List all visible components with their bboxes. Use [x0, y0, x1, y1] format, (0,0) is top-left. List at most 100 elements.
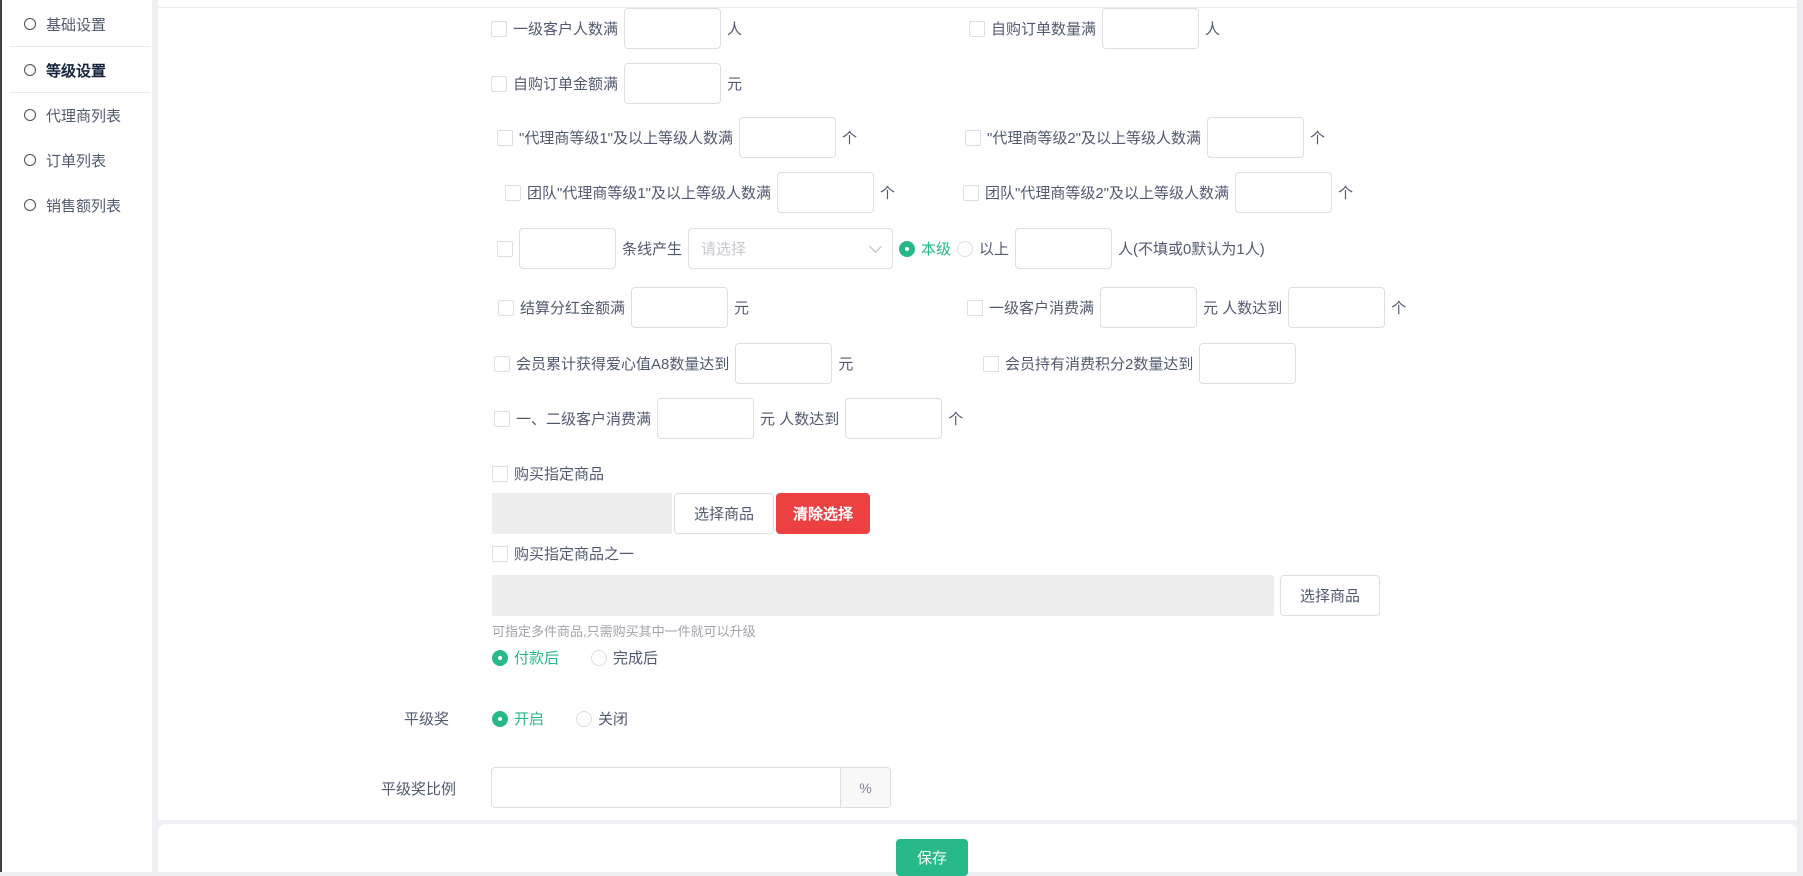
line-type-select[interactable]: 请选择 — [688, 228, 893, 269]
team-agent-level1-count-input[interactable] — [777, 172, 874, 213]
sidebar: 基础设置 等级设置 代理商列表 订单列表 销售额列表 — [0, 0, 152, 872]
unit-label: 人 — [727, 18, 742, 39]
self-order-count-checkbox[interactable] — [969, 21, 985, 37]
radio-circle-icon — [24, 109, 36, 121]
buy-product-checkbox[interactable] — [492, 466, 508, 482]
buy-one-of-display-field — [492, 575, 1274, 616]
condition-self-order-amount: 自购订单金额满 元 — [491, 63, 742, 104]
first-second-level-consume-people-input[interactable] — [845, 398, 942, 439]
love-value-a8-checkbox[interactable] — [494, 356, 510, 372]
peer-award-label-wrap: 平级奖 — [404, 708, 449, 729]
condition-label: 会员累计获得爱心值A8数量达到 — [516, 353, 729, 374]
radio-circle-icon — [24, 64, 36, 76]
condition-buy-product: 购买指定商品 — [492, 463, 604, 484]
sidebar-item-label: 订单列表 — [46, 150, 106, 171]
clear-selection-button[interactable]: 清除选择 — [776, 493, 870, 534]
radio-label[interactable]: 关闭 — [598, 708, 628, 729]
first-level-consume-people-input[interactable] — [1288, 287, 1385, 328]
peer-award-off-radio[interactable] — [576, 711, 592, 727]
unit-label: 元 — [727, 73, 742, 94]
sidebar-item-label: 基础设置 — [46, 14, 106, 35]
buy-product-display-field — [492, 493, 672, 534]
love-value-a8-input[interactable] — [735, 343, 832, 384]
agent-level2-count-input[interactable] — [1207, 117, 1304, 158]
condition-label: 自购订单金额满 — [513, 73, 618, 94]
radio-circle-icon — [24, 154, 36, 166]
unit-label: 元 — [734, 297, 749, 318]
sidebar-item-basic-settings[interactable]: 基础设置 — [24, 14, 106, 34]
sidebar-item-sales-list[interactable]: 销售额列表 — [24, 195, 121, 215]
buy-one-of-selector-row: 选择商品 — [492, 575, 1380, 616]
upgrade-timing-radios: 付款后 完成后 — [492, 647, 658, 668]
peer-award-radios: 开启 关闭 — [492, 708, 628, 729]
condition-label: 一级客户人数满 — [513, 18, 618, 39]
agent-level1-count-checkbox[interactable] — [497, 130, 513, 146]
peer-ratio-field: % — [491, 767, 891, 808]
radio-label[interactable]: 以上 — [979, 238, 1009, 259]
radio-circle-icon — [24, 18, 36, 30]
level-settings-form: 一级客户人数满 人 自购订单数量满 人 自购订单金额满 元 "代理商等级1"及以… — [158, 0, 1797, 820]
radio-label[interactable]: 完成后 — [613, 647, 658, 668]
sidebar-item-order-list[interactable]: 订单列表 — [24, 150, 106, 170]
peer-award-on-radio[interactable] — [492, 711, 508, 727]
condition-consume-points2: 会员持有消费积分2数量达到 — [983, 343, 1296, 384]
save-button[interactable]: 保存 — [896, 839, 968, 876]
line-level-above-radio[interactable] — [957, 241, 973, 257]
agent-level2-count-checkbox[interactable] — [965, 130, 981, 146]
form-footer: 保存 — [158, 824, 1797, 872]
settlement-bonus-input[interactable] — [631, 287, 728, 328]
radio-label[interactable]: 付款后 — [514, 647, 559, 668]
chevron-down-icon — [869, 240, 882, 253]
consume-points2-input[interactable] — [1199, 343, 1296, 384]
first-level-customer-count-checkbox[interactable] — [491, 21, 507, 37]
condition-settlement-bonus: 结算分红金额满 元 — [498, 287, 749, 328]
self-order-amount-input[interactable] — [624, 63, 721, 104]
first-second-level-consume-checkbox[interactable] — [494, 411, 510, 427]
peer-ratio-label-wrap: 平级奖比例 — [381, 778, 456, 799]
self-order-count-input[interactable] — [1102, 8, 1199, 49]
peer-ratio-input[interactable] — [491, 767, 841, 808]
condition-label: 一、二级客户消费满 — [516, 408, 651, 429]
condition-agent-level1-count: "代理商等级1"及以上等级人数满 个 — [497, 117, 857, 158]
lines-produce-checkbox[interactable] — [497, 241, 513, 257]
unit-label: 人 — [1205, 18, 1220, 39]
condition-agent-level2-count: "代理商等级2"及以上等级人数满 个 — [965, 117, 1325, 158]
radio-label[interactable]: 本级 — [921, 238, 951, 259]
select-product-button[interactable]: 选择商品 — [674, 493, 774, 534]
radio-label[interactable]: 开启 — [514, 708, 544, 729]
team-agent-level2-count-checkbox[interactable] — [963, 185, 979, 201]
sidebar-item-agent-list[interactable]: 代理商列表 — [24, 105, 121, 125]
agent-level1-count-input[interactable] — [739, 117, 836, 158]
condition-label: 结算分红金额满 — [520, 297, 625, 318]
first-level-consume-amount-input[interactable] — [1100, 287, 1197, 328]
line-people-count-input[interactable] — [1015, 228, 1112, 269]
after-payment-radio[interactable] — [492, 650, 508, 666]
scrollbar-track[interactable] — [1797, 0, 1803, 872]
peer-ratio-label: 平级奖比例 — [381, 778, 456, 799]
self-order-amount-checkbox[interactable] — [491, 76, 507, 92]
first-second-level-consume-amount-input[interactable] — [657, 398, 754, 439]
sidebar-item-level-settings[interactable]: 等级设置 — [24, 60, 106, 80]
condition-self-order-count: 自购订单数量满 人 — [969, 8, 1220, 49]
unit-label: 个 — [842, 127, 857, 148]
condition-label: 购买指定商品之一 — [514, 543, 634, 564]
condition-label: 自购订单数量满 — [991, 18, 1096, 39]
first-level-customer-count-input[interactable] — [624, 8, 721, 49]
settlement-bonus-checkbox[interactable] — [498, 300, 514, 316]
condition-team-agent-level1-count: 团队"代理商等级1"及以上等级人数满 个 — [505, 172, 895, 213]
consume-points2-checkbox[interactable] — [983, 356, 999, 372]
lines-count-input[interactable] — [519, 228, 616, 269]
select-product-button-2[interactable]: 选择商品 — [1280, 575, 1380, 616]
hint-text: 可指定多件商品,只需购买其中一件就可以升级 — [492, 621, 756, 640]
condition-lines-produce: 条线产生 请选择 本级 以上 人(不填或0默认为1人) — [497, 228, 1265, 269]
condition-label: 团队"代理商等级2"及以上等级人数满 — [985, 182, 1229, 203]
condition-label: 团队"代理商等级1"及以上等级人数满 — [527, 182, 771, 203]
team-agent-level1-count-checkbox[interactable] — [505, 185, 521, 201]
buy-one-of-checkbox[interactable] — [492, 546, 508, 562]
first-level-consume-checkbox[interactable] — [967, 300, 983, 316]
after-complete-radio[interactable] — [591, 650, 607, 666]
condition-buy-one-of: 购买指定商品之一 — [492, 543, 634, 564]
line-level-self-radio[interactable] — [899, 241, 915, 257]
team-agent-level2-count-input[interactable] — [1235, 172, 1332, 213]
condition-love-value-a8: 会员累计获得爱心值A8数量达到 元 — [494, 343, 853, 384]
